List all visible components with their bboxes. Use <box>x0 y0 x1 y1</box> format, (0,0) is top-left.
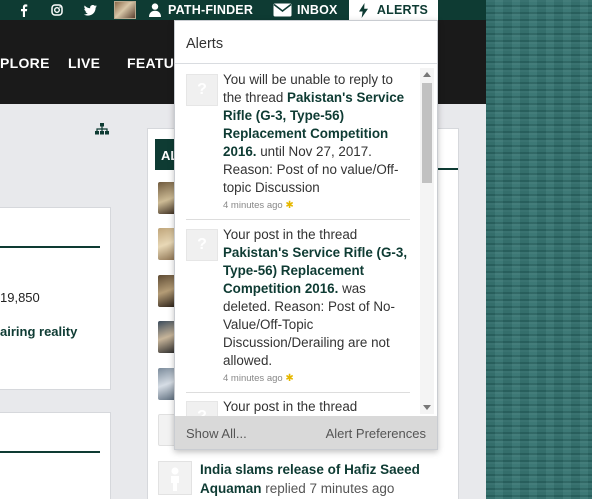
thread-row: India slams release of Hafiz Saeed <box>200 462 420 477</box>
alert-thread-link[interactable]: Pakistan's Service Rifle (G-3, Type-56) … <box>223 245 407 296</box>
default-avatar-icon: ? <box>186 74 218 106</box>
scroll-down-arrow-icon[interactable] <box>423 405 431 410</box>
panel-divider <box>0 246 100 248</box>
alert-time-text: 4 minutes ago <box>223 200 283 211</box>
thread-title-link[interactable]: India slams release of Hafiz Saeed <box>200 462 420 477</box>
twitter-icon[interactable] <box>84 0 97 20</box>
divider <box>186 219 410 220</box>
user-menu[interactable]: PATH-FINDER <box>149 0 253 20</box>
user-icon <box>149 3 161 17</box>
alerts-tab[interactable]: ALERTS <box>349 0 438 20</box>
envelope-icon <box>273 3 292 17</box>
alert-timestamp: 4 minutes ago ✱ <box>223 199 413 213</box>
top-bar: PATH-FINDER INBOX ALERTS <box>0 0 486 20</box>
thread-user-link[interactable]: Aquaman <box>200 481 262 496</box>
star-icon: ✱ <box>285 373 294 384</box>
avatar <box>114 1 136 19</box>
facebook-icon[interactable] <box>20 0 28 20</box>
thread-reply-time: replied 7 minutes ago <box>261 481 395 496</box>
alert-text: Your post in the thread <box>223 398 413 416</box>
instagram-icon[interactable] <box>51 0 63 20</box>
nav-item-explore[interactable]: PLORE <box>0 55 50 71</box>
alerts-list[interactable]: ? You will be unable to reply to the thr… <box>176 66 420 416</box>
alert-text: Your post in the thread Pakistan's Servi… <box>223 226 413 386</box>
panel-link[interactable]: airing reality <box>0 324 77 339</box>
default-avatar-icon: ? <box>186 229 218 261</box>
divider <box>186 392 410 393</box>
divider <box>175 63 437 64</box>
alert-text: You will be unable to reply to the threa… <box>223 71 413 213</box>
page-background-texture <box>486 0 592 499</box>
scrollbar-thumb[interactable] <box>422 83 432 183</box>
sitemap-icon[interactable] <box>95 123 109 135</box>
star-icon: ✱ <box>285 200 294 211</box>
scroll-up-arrow-icon[interactable] <box>423 72 431 77</box>
default-avatar-icon <box>171 467 179 491</box>
alerts-popup: Alerts ? You will be unable to reply to … <box>174 20 438 450</box>
alert-text-pre: Your post in the thread <box>223 399 358 414</box>
alerts-label: ALERTS <box>376 3 429 17</box>
alerts-footer: Show All... Alert Preferences <box>175 416 437 449</box>
inbox-link[interactable]: INBOX <box>273 0 338 20</box>
alert-text-pre: Your post in the thread <box>223 227 358 242</box>
username-label: PATH-FINDER <box>168 3 254 17</box>
avatar[interactable] <box>158 461 192 495</box>
alert-preferences-link[interactable]: Alert Preferences <box>326 426 426 441</box>
lightning-bolt-icon <box>358 2 368 18</box>
alert-time-text: 4 minutes ago <box>223 373 283 384</box>
default-avatar-icon: ? <box>186 401 218 416</box>
thread-row-meta: Aquaman replied 7 minutes ago <box>200 481 394 496</box>
nav-item-live[interactable]: LIVE <box>68 55 100 71</box>
show-all-link[interactable]: Show All... <box>186 426 247 441</box>
alerts-popup-title: Alerts <box>186 36 224 52</box>
panel-divider-2 <box>0 451 100 453</box>
user-avatar[interactable] <box>114 0 136 20</box>
inbox-label: INBOX <box>297 3 338 17</box>
nav-item-features[interactable]: FEATU <box>127 55 174 71</box>
left-panel-box-2 <box>0 412 111 499</box>
stat-count: 19,850 <box>0 290 40 305</box>
alerts-scrollbar[interactable] <box>420 68 434 414</box>
alert-timestamp: 4 minutes ago ✱ <box>223 372 413 386</box>
